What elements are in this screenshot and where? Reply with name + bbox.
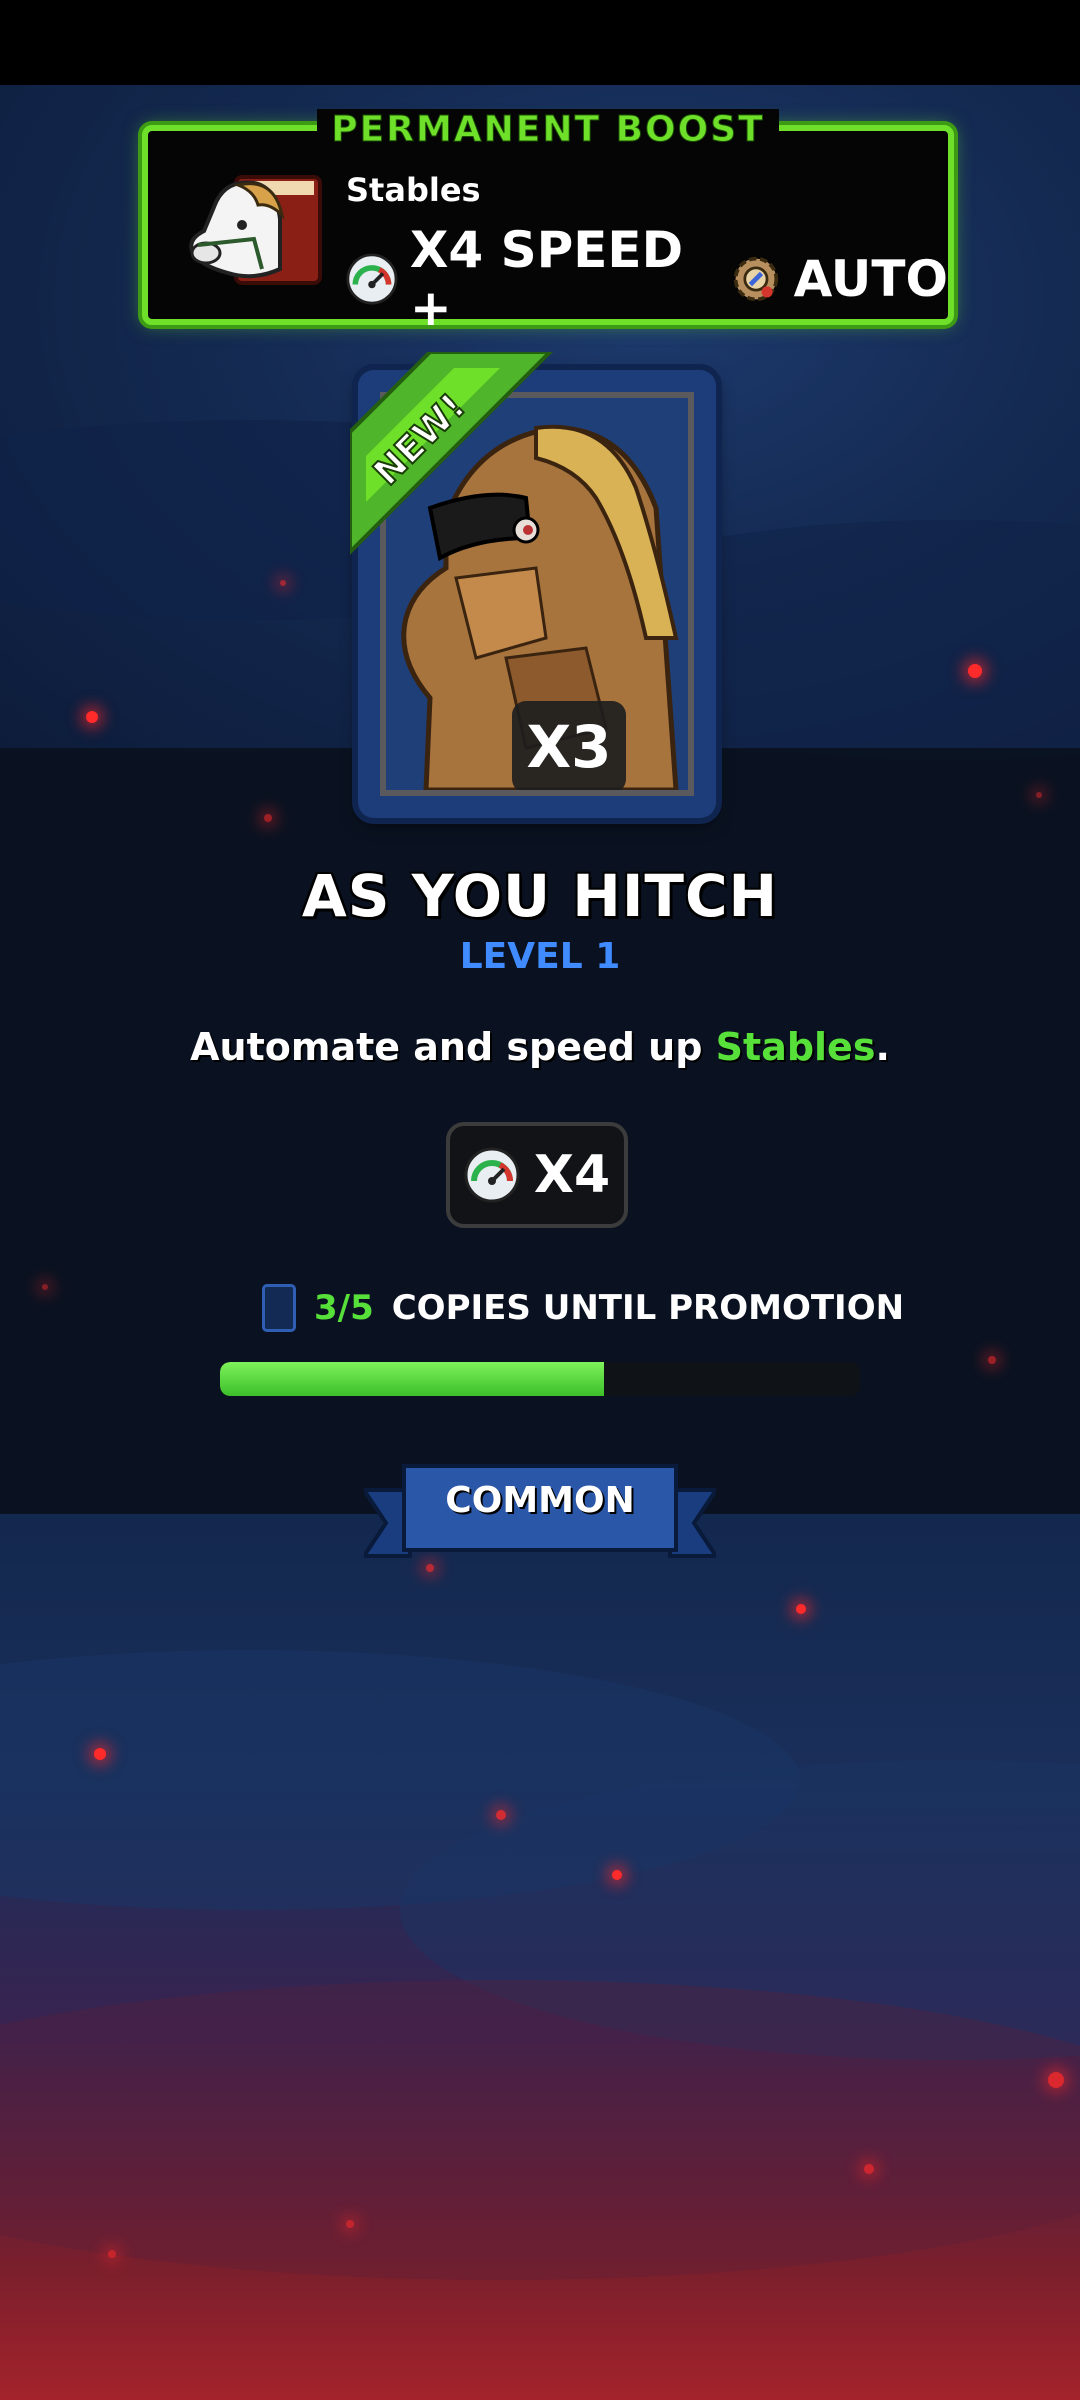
description-highlight: Stables	[715, 1025, 876, 1069]
new-ribbon: NEW!	[350, 352, 553, 555]
speed-gauge-icon	[464, 1147, 520, 1203]
gear-auto-icon	[733, 256, 778, 302]
progress-fill	[220, 1362, 604, 1396]
speed-multiplier-box: X4	[446, 1122, 628, 1228]
rarity-banner: COMMON	[360, 1460, 720, 1570]
copies-label: COPIES UNTIL PROMOTION	[391, 1288, 905, 1328]
speed-gauge-icon	[346, 253, 398, 305]
boost-building-name: Stables	[346, 171, 481, 209]
card-title: AS YOU HITCH	[301, 862, 779, 930]
promotion-progress-label: 3/5 COPIES UNTIL PROMOTION	[262, 1284, 904, 1332]
card-quantity-badge: X3	[512, 701, 626, 790]
boost-speed-text: X4 SPEED +	[409, 221, 684, 337]
copies-count: 3/5	[314, 1288, 374, 1328]
promotion-progress-bar	[220, 1362, 860, 1396]
card-description: Automate and speed up Stables.	[190, 1025, 890, 1069]
speed-multiplier-value: X4	[533, 1145, 611, 1205]
boost-effect: X4 SPEED + AUTO	[346, 221, 948, 337]
horse-stable-icon	[184, 169, 324, 287]
rarity-label: COMMON	[445, 1480, 635, 1521]
boost-title: PERMANENT BOOST	[148, 109, 948, 151]
boost-auto-text: AUTO	[793, 250, 949, 308]
card-level: LEVEL 1	[459, 936, 621, 977]
permanent-boost-panel: PERMANENT BOOST Stables X4 SPEED + AUTO	[142, 109, 954, 337]
card-copy-icon	[262, 1284, 296, 1332]
